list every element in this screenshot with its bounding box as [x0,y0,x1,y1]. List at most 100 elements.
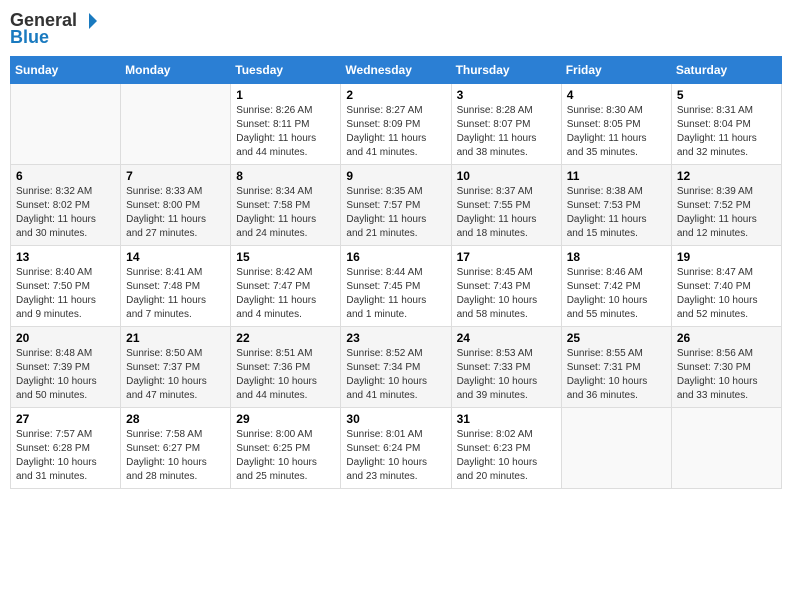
day-number: 15 [236,250,335,264]
weekday-header-tuesday: Tuesday [231,57,341,84]
day-number: 8 [236,169,335,183]
day-info: Sunrise: 8:48 AMSunset: 7:39 PMDaylight:… [16,347,115,403]
day-info: Sunrise: 8:28 AMSunset: 8:07 PMDaylight:… [457,104,556,160]
day-number: 4 [567,88,666,102]
day-info: Sunrise: 8:52 AMSunset: 7:34 PMDaylight:… [346,347,445,403]
day-info: Sunrise: 8:40 AMSunset: 7:50 PMDaylight:… [16,266,115,322]
page: General Blue SundayMondayTuesdayWednesda… [0,0,792,612]
day-number: 13 [16,250,115,264]
calendar-week-row: 1 Sunrise: 8:26 AMSunset: 8:11 PMDaylight… [11,84,782,165]
calendar-cell: 17 Sunrise: 8:45 AMSunset: 7:43 PMDayligh… [451,246,561,327]
calendar-cell: 3 Sunrise: 8:28 AMSunset: 8:07 PMDaylight… [451,84,561,165]
calendar-cell: 7Sunrise: 8:33 AMSunset: 8:00 PMDaylight… [121,165,231,246]
day-number: 24 [457,331,556,345]
day-number: 11 [567,169,666,183]
calendar-cell [561,408,671,489]
weekday-header-saturday: Saturday [671,57,781,84]
day-info: Sunrise: 8:37 AMSunset: 7:55 PMDaylight:… [457,185,556,241]
day-number: 27 [16,412,115,426]
logo-blue-text: Blue [10,27,49,48]
calendar-cell [121,84,231,165]
day-info: Sunrise: 8:42 AMSunset: 7:47 PMDaylight:… [236,266,335,322]
day-number: 22 [236,331,335,345]
day-info: Sunrise: 8:31 AMSunset: 8:04 PMDaylight:… [677,104,776,160]
calendar-cell: 22 Sunrise: 8:51 AMSunset: 7:36 PMDayligh… [231,327,341,408]
weekday-header-friday: Friday [561,57,671,84]
day-info: Sunrise: 8:34 AMSunset: 7:58 PMDaylight:… [236,185,335,241]
day-info: Sunrise: 7:57 AMSunset: 6:28 PMDaylight:… [16,428,115,484]
day-number: 20 [16,331,115,345]
day-number: 9 [346,169,445,183]
calendar-cell: 5 Sunrise: 8:31 AMSunset: 8:04 PMDaylight… [671,84,781,165]
day-number: 26 [677,331,776,345]
day-info: Sunrise: 8:46 AMSunset: 7:42 PMDaylight:… [567,266,666,322]
day-info: Sunrise: 8:45 AMSunset: 7:43 PMDaylight:… [457,266,556,322]
calendar-cell: 30 Sunrise: 8:01 AMSunset: 6:24 PMDayligh… [341,408,451,489]
day-number: 5 [677,88,776,102]
calendar-cell: 4 Sunrise: 8:30 AMSunset: 8:05 PMDaylight… [561,84,671,165]
weekday-header-thursday: Thursday [451,57,561,84]
calendar-cell: 6 Sunrise: 8:32 AMSunset: 8:02 PMDaylight… [11,165,121,246]
day-number: 14 [126,250,225,264]
calendar-cell: 23 Sunrise: 8:52 AMSunset: 7:34 PMDayligh… [341,327,451,408]
calendar-cell: 21Sunrise: 8:50 AMSunset: 7:37 PMDayligh… [121,327,231,408]
day-info: Sunrise: 8:35 AMSunset: 7:57 PMDaylight:… [346,185,445,241]
calendar-cell: 25Sunrise: 8:55 AMSunset: 7:31 PMDayligh… [561,327,671,408]
header: General Blue [10,10,782,48]
day-info: Sunrise: 8:56 AMSunset: 7:30 PMDaylight:… [677,347,776,403]
calendar-cell: 2Sunrise: 8:27 AMSunset: 8:09 PMDaylight… [341,84,451,165]
day-number: 12 [677,169,776,183]
day-info: Sunrise: 8:26 AMSunset: 8:11 PMDaylight:… [236,104,335,160]
calendar-cell: 31Sunrise: 8:02 AMSunset: 6:23 PMDayligh… [451,408,561,489]
weekday-header-row: SundayMondayTuesdayWednesdayThursdayFrid… [11,57,782,84]
day-info: Sunrise: 8:44 AMSunset: 7:45 PMDaylight:… [346,266,445,322]
calendar-cell: 18 Sunrise: 8:46 AMSunset: 7:42 PMDayligh… [561,246,671,327]
calendar-cell: 20 Sunrise: 8:48 AMSunset: 7:39 PMDayligh… [11,327,121,408]
calendar-cell: 13 Sunrise: 8:40 AMSunset: 7:50 PMDayligh… [11,246,121,327]
calendar-cell: 26 Sunrise: 8:56 AMSunset: 7:30 PMDayligh… [671,327,781,408]
logo: General Blue [10,10,99,48]
day-info: Sunrise: 8:50 AMSunset: 7:37 PMDaylight:… [126,347,225,403]
calendar-table: SundayMondayTuesdayWednesdayThursdayFrid… [10,56,782,489]
calendar-cell: 28 Sunrise: 7:58 AMSunset: 6:27 PMDayligh… [121,408,231,489]
calendar-cell: 29Sunrise: 8:00 AMSunset: 6:25 PMDayligh… [231,408,341,489]
calendar-week-row: 6 Sunrise: 8:32 AMSunset: 8:02 PMDaylight… [11,165,782,246]
weekday-header-sunday: Sunday [11,57,121,84]
day-info: Sunrise: 8:32 AMSunset: 8:02 PMDaylight:… [16,185,115,241]
calendar-cell: 27 Sunrise: 7:57 AMSunset: 6:28 PMDayligh… [11,408,121,489]
day-info: Sunrise: 8:27 AMSunset: 8:09 PMDaylight:… [346,104,445,160]
calendar-cell: 14Sunrise: 8:41 AMSunset: 7:48 PMDayligh… [121,246,231,327]
day-number: 28 [126,412,225,426]
calendar-cell: 1 Sunrise: 8:26 AMSunset: 8:11 PMDaylight… [231,84,341,165]
calendar-cell: 16Sunrise: 8:44 AMSunset: 7:45 PMDayligh… [341,246,451,327]
calendar-cell: 8 Sunrise: 8:34 AMSunset: 7:58 PMDaylight… [231,165,341,246]
day-number: 1 [236,88,335,102]
day-info: Sunrise: 8:01 AMSunset: 6:24 PMDaylight:… [346,428,445,484]
day-number: 23 [346,331,445,345]
day-number: 25 [567,331,666,345]
day-number: 31 [457,412,556,426]
calendar-week-row: 13 Sunrise: 8:40 AMSunset: 7:50 PMDayligh… [11,246,782,327]
day-number: 19 [677,250,776,264]
day-info: Sunrise: 8:00 AMSunset: 6:25 PMDaylight:… [236,428,335,484]
day-info: Sunrise: 8:33 AMSunset: 8:00 PMDaylight:… [126,185,225,241]
day-number: 10 [457,169,556,183]
calendar-cell: 11 Sunrise: 8:38 AMSunset: 7:53 PMDayligh… [561,165,671,246]
day-number: 17 [457,250,556,264]
day-info: Sunrise: 8:51 AMSunset: 7:36 PMDaylight:… [236,347,335,403]
weekday-header-wednesday: Wednesday [341,57,451,84]
day-number: 18 [567,250,666,264]
calendar-week-row: 27 Sunrise: 7:57 AMSunset: 6:28 PMDayligh… [11,408,782,489]
day-number: 3 [457,88,556,102]
weekday-header-monday: Monday [121,57,231,84]
calendar-cell: 15 Sunrise: 8:42 AMSunset: 7:47 PMDayligh… [231,246,341,327]
day-info: Sunrise: 8:30 AMSunset: 8:05 PMDaylight:… [567,104,666,160]
day-number: 6 [16,169,115,183]
calendar-cell: 9 Sunrise: 8:35 AMSunset: 7:57 PMDaylight… [341,165,451,246]
day-info: Sunrise: 7:58 AMSunset: 6:27 PMDaylight:… [126,428,225,484]
day-info: Sunrise: 8:47 AMSunset: 7:40 PMDaylight:… [677,266,776,322]
day-info: Sunrise: 8:38 AMSunset: 7:53 PMDaylight:… [567,185,666,241]
calendar-cell: 19 Sunrise: 8:47 AMSunset: 7:40 PMDayligh… [671,246,781,327]
day-number: 30 [346,412,445,426]
calendar-cell: 12Sunrise: 8:39 AMSunset: 7:52 PMDayligh… [671,165,781,246]
